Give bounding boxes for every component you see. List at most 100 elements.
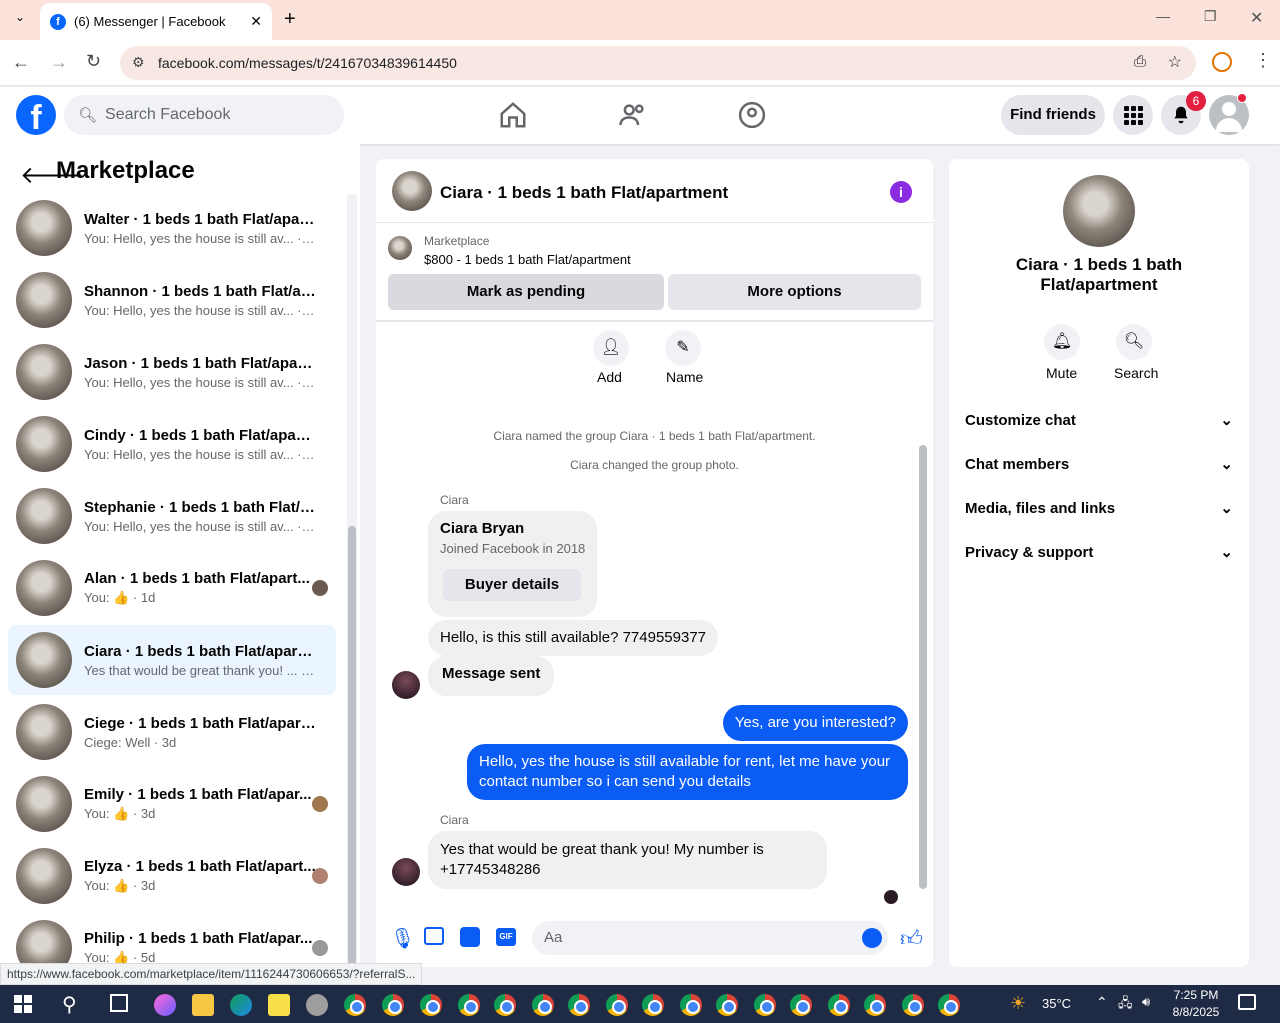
site-info-icon[interactable]: ⚙ [132, 54, 145, 71]
chrome-icon[interactable] [494, 994, 516, 1016]
notification-center-icon[interactable] [1238, 994, 1256, 1010]
back-icon[interactable]: ← [12, 52, 30, 73]
reload-icon[interactable]: ↻ [86, 51, 101, 72]
chrome-icon[interactable] [716, 994, 738, 1016]
emoji-icon[interactable] [862, 928, 882, 948]
minimize-icon[interactable]: — [1156, 8, 1170, 24]
listing-thumbnail[interactable] [388, 236, 412, 260]
chrome-icon[interactable] [642, 994, 664, 1016]
conversation-item[interactable]: Cindy · 1 beds 1 bath Flat/apart... You: … [8, 409, 336, 479]
sticky-notes-icon[interactable] [268, 994, 290, 1016]
outgoing-message[interactable]: Hello, yes the house is still available … [467, 744, 908, 800]
customize-chat-section[interactable]: Customize chat ⌄ [965, 411, 1233, 430]
like-icon[interactable]: 👍︎ [900, 925, 923, 952]
chrome-icon[interactable] [790, 994, 812, 1016]
menu-grid-icon[interactable] [1113, 95, 1153, 135]
sender-avatar[interactable] [392, 671, 420, 699]
chrome-icon[interactable] [532, 994, 554, 1016]
chrome-icon[interactable] [938, 994, 960, 1016]
task-view-icon[interactable] [110, 994, 128, 1012]
conversation-item[interactable]: Shannon · 1 beds 1 bath Flat/apa... You: … [8, 265, 336, 335]
restore-icon[interactable]: ❐ [1204, 8, 1217, 25]
conversation-item[interactable]: Alan · 1 beds 1 bath Flat/apart... You: 👍… [8, 553, 336, 623]
file-explorer-icon[interactable] [192, 994, 214, 1016]
chrome-icon[interactable] [902, 994, 924, 1016]
new-tab-icon[interactable]: + [284, 8, 296, 31]
find-friends-button[interactable]: Find friends [1001, 95, 1105, 135]
chrome-icon[interactable] [458, 994, 480, 1016]
more-options-button[interactable]: More options [668, 274, 921, 310]
chrome-icon[interactable] [754, 994, 776, 1016]
chrome-icon[interactable] [864, 994, 886, 1016]
groups-icon[interactable] [737, 100, 767, 130]
taskbar-search-icon[interactable]: ⚲ [62, 992, 77, 1017]
volume-icon[interactable]: 🔊︎ [1142, 994, 1150, 1010]
privacy-support-section[interactable]: Privacy & support ⌄ [965, 543, 1233, 562]
forward-icon[interactable]: → [50, 52, 68, 73]
chrome-icon[interactable] [344, 994, 366, 1016]
clock-time[interactable]: 7:25 PM [1172, 988, 1220, 1002]
group-avatar[interactable] [1063, 175, 1135, 247]
microphone-icon[interactable]: 🎙︎ [390, 926, 415, 951]
chrome-icon[interactable] [680, 994, 702, 1016]
windows-start-icon[interactable] [14, 995, 32, 1013]
photo-icon[interactable] [424, 927, 444, 945]
sidebar-scroll-thumb[interactable] [348, 526, 356, 967]
install-app-icon[interactable]: ⎙ [1134, 53, 1146, 70]
gif-icon[interactable]: GIF [496, 928, 516, 946]
window-close-icon[interactable]: ✕ [1250, 8, 1263, 28]
friends-icon[interactable] [618, 100, 648, 130]
profile-icon[interactable] [1212, 52, 1232, 72]
search-input[interactable]: 🔍︎ Search Facebook [64, 95, 344, 135]
home-icon[interactable] [498, 100, 528, 130]
info-icon[interactable]: i [890, 181, 912, 203]
tab-list-chevron-icon[interactable]: ⌄ [10, 10, 30, 30]
incoming-message[interactable]: Yes that would be great thank you! My nu… [428, 831, 827, 889]
url-field[interactable]: ⚙ facebook.com/messages/t/24167034839614… [120, 46, 1196, 80]
chat-scrollbar[interactable] [919, 325, 927, 899]
facebook-logo-icon[interactable]: f [16, 95, 56, 137]
media-files-section[interactable]: Media, files and links ⌄ [965, 499, 1233, 518]
temperature[interactable]: 35°C [1042, 996, 1071, 1011]
network-icon[interactable]: 🖧 [1118, 994, 1133, 1016]
chrome-icon[interactable] [568, 994, 590, 1016]
listing-text[interactable]: $800 - 1 beds 1 bath Flat/apartment [424, 252, 631, 267]
conversation-item[interactable]: Philip · 1 beds 1 bath Flat/apar... You: … [8, 913, 336, 967]
edit-name-icon[interactable]: ✎ [665, 330, 701, 366]
conversation-item[interactable]: Emily · 1 beds 1 bath Flat/apar... You: 👍… [8, 769, 336, 839]
tab-close-icon[interactable]: ✕ [250, 13, 262, 30]
add-person-icon[interactable]: 👤︎ [593, 330, 629, 366]
app-icon[interactable] [306, 994, 328, 1016]
conversation-item[interactable]: Elyza · 1 beds 1 bath Flat/apart... You: … [8, 841, 336, 911]
tray-chevron-icon[interactable]: ⌃ [1096, 994, 1108, 1011]
clock-date[interactable]: 8/8/2025 [1168, 1005, 1224, 1019]
weather-icon[interactable]: ☀ [1010, 993, 1026, 1014]
conversation-item[interactable]: Jason · 1 beds 1 bath Flat/apart... You: … [8, 337, 336, 407]
mark-pending-button[interactable]: Mark as pending [388, 274, 664, 310]
conversation-item[interactable]: Ciege · 1 beds 1 bath Flat/apart... Ciege… [8, 697, 336, 767]
chat-avatar[interactable] [392, 171, 432, 211]
sidebar-scrollbar[interactable] [347, 194, 357, 967]
copilot-icon[interactable] [154, 994, 176, 1016]
conversation-item[interactable]: Stephanie · 1 beds 1 bath Flat/ap... You:… [8, 481, 336, 551]
account-avatar[interactable] [1209, 93, 1249, 135]
chrome-icon[interactable] [606, 994, 628, 1016]
mute-bell-icon[interactable]: 🔔︎ [1044, 324, 1080, 360]
conversation-item-active[interactable]: Ciara · 1 beds 1 bath Flat/apartm... Yes … [8, 625, 336, 695]
search-conversation-icon[interactable]: 🔍︎ [1116, 324, 1152, 360]
chat-title[interactable]: Ciara · 1 beds 1 bath Flat/apartment [440, 183, 728, 203]
sender-avatar[interactable] [392, 858, 420, 886]
sticker-icon[interactable] [460, 927, 480, 947]
buyer-details-button[interactable]: Buyer details [443, 569, 581, 601]
chrome-icon[interactable] [420, 994, 442, 1016]
incoming-message[interactable]: Message sent [428, 656, 555, 696]
message-input[interactable]: Aa [532, 921, 888, 955]
browser-tab[interactable]: f (6) Messenger | Facebook ✕ [40, 3, 272, 40]
chat-members-section[interactable]: Chat members ⌄ [965, 455, 1233, 474]
outgoing-message[interactable]: Yes, are you interested? [722, 705, 908, 741]
chat-scroll-thumb[interactable] [919, 445, 927, 889]
bookmark-star-icon[interactable]: ☆ [1168, 52, 1182, 72]
conversation-item[interactable]: Walter · 1 beds 1 bath Flat/apart... You:… [8, 193, 336, 263]
incoming-message[interactable]: Hello, is this still available? 77495593… [428, 620, 719, 656]
edge-icon[interactable] [230, 994, 252, 1016]
